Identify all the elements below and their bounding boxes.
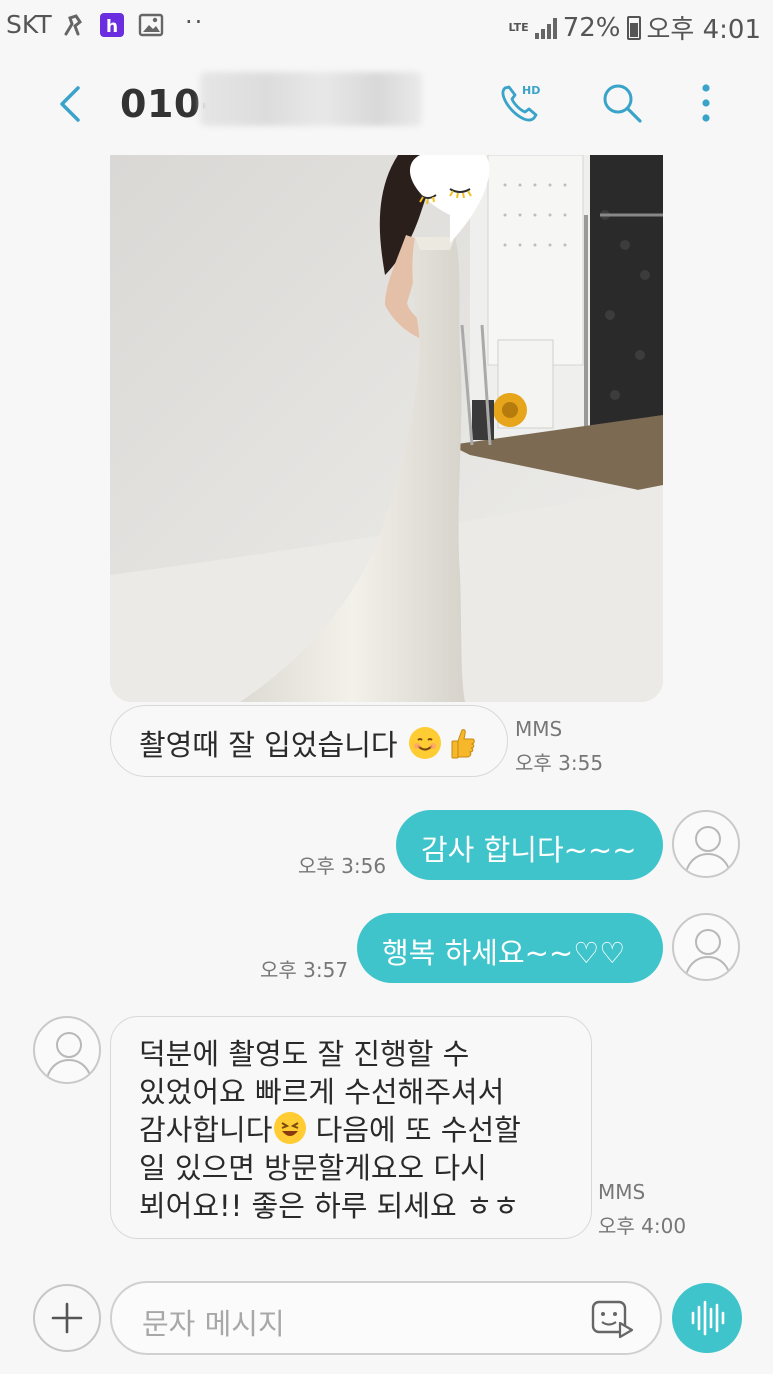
my-avatar[interactable] [672, 913, 740, 981]
conversation-header: 010- HD [0, 52, 773, 152]
contact-avatar[interactable] [33, 1016, 101, 1084]
message-line-with-emoji: 감사합니다 다음에 또 수선할 [139, 1111, 591, 1149]
message-text: 촬영때 잘 입었습니다 [139, 728, 398, 762]
mms-photo[interactable] [110, 155, 663, 702]
status-time: 오후 4:01 [646, 15, 762, 45]
voice-input-button[interactable] [672, 1283, 742, 1353]
sticker-icon[interactable] [590, 1299, 634, 1339]
network-type: LTE [508, 21, 529, 34]
mms-label: MMS [515, 717, 563, 741]
hd-call-icon[interactable]: HD [497, 80, 543, 126]
message-line: 다음에 또 수선할 [306, 1113, 521, 1147]
attach-button[interactable] [33, 1284, 101, 1352]
message-text: 감사 합니다~~~ [421, 833, 637, 867]
redacted-number [200, 72, 422, 126]
svg-text:HD: HD [522, 84, 540, 97]
message-time: 오후 3:57 [260, 958, 349, 982]
message-line: 감사합니다 [139, 1113, 273, 1147]
battery-icon [626, 15, 641, 40]
outgoing-message-bubble[interactable]: 행복 하세요~~♡♡ [357, 913, 663, 983]
laughing-emoji [274, 1112, 307, 1144]
svg-text:h: h [106, 17, 118, 37]
carrier-label: SKT [6, 10, 52, 39]
person-icon [685, 826, 731, 873]
status-bar: SKT h ·· LTE 72% 오후 4:01 [0, 0, 773, 52]
message-line: 뵈어요!! 좋은 하루 되세요 ㅎㅎ [139, 1189, 520, 1223]
smile-emoji [408, 727, 441, 759]
message-time: 오후 4:00 [598, 1214, 687, 1238]
message-line: 덕분에 촬영도 잘 진행할 수 [139, 1037, 470, 1071]
runner-app-icon [64, 14, 83, 36]
search-icon[interactable] [601, 82, 643, 124]
message-input[interactable]: 문자 메시지 [110, 1281, 662, 1355]
my-avatar[interactable] [672, 810, 740, 878]
message-meta: MMS 오후 4:00 [598, 1175, 686, 1243]
message-line: 일 있으면 방문할게요오 다시 [139, 1151, 487, 1185]
battery-percent: 72% [562, 12, 621, 43]
mms-label: MMS [598, 1180, 646, 1204]
plus-icon [51, 1302, 83, 1334]
outgoing-message-bubble[interactable]: 감사 합니다~~~ [396, 810, 663, 880]
message-input-placeholder: 문자 메시지 [142, 1307, 285, 1341]
back-icon[interactable] [52, 84, 86, 124]
more-options-icon[interactable] [692, 82, 720, 124]
message-meta: MMS 오후 3:55 [515, 712, 603, 780]
message-line: 있었어요 빠르게 수선해주셔서 [139, 1075, 505, 1109]
gallery-icon [138, 13, 164, 37]
voice-wave-icon [691, 1300, 725, 1336]
app-h-icon: h [100, 13, 124, 37]
message-time: 오후 3:55 [515, 751, 604, 775]
incoming-message-bubble[interactable]: 덕분에 촬영도 잘 진행할 수 있었어요 빠르게 수선해주셔서 감사합니다 다음… [110, 1016, 592, 1239]
message-text: 행복 하세요~~♡♡ [382, 936, 626, 970]
signal-icon [534, 17, 557, 39]
message-time: 오후 3:56 [298, 854, 387, 878]
thumbs-up-emoji [451, 729, 475, 759]
person-icon [46, 1032, 92, 1079]
status-right: LTE 72% 오후 4:01 [508, 9, 761, 46]
incoming-message-bubble[interactable]: 촬영때 잘 입었습니다 [110, 705, 508, 777]
person-icon [685, 929, 731, 976]
more-notifications-icon: ·· [185, 8, 205, 36]
wedding-dress-photo [110, 155, 663, 702]
